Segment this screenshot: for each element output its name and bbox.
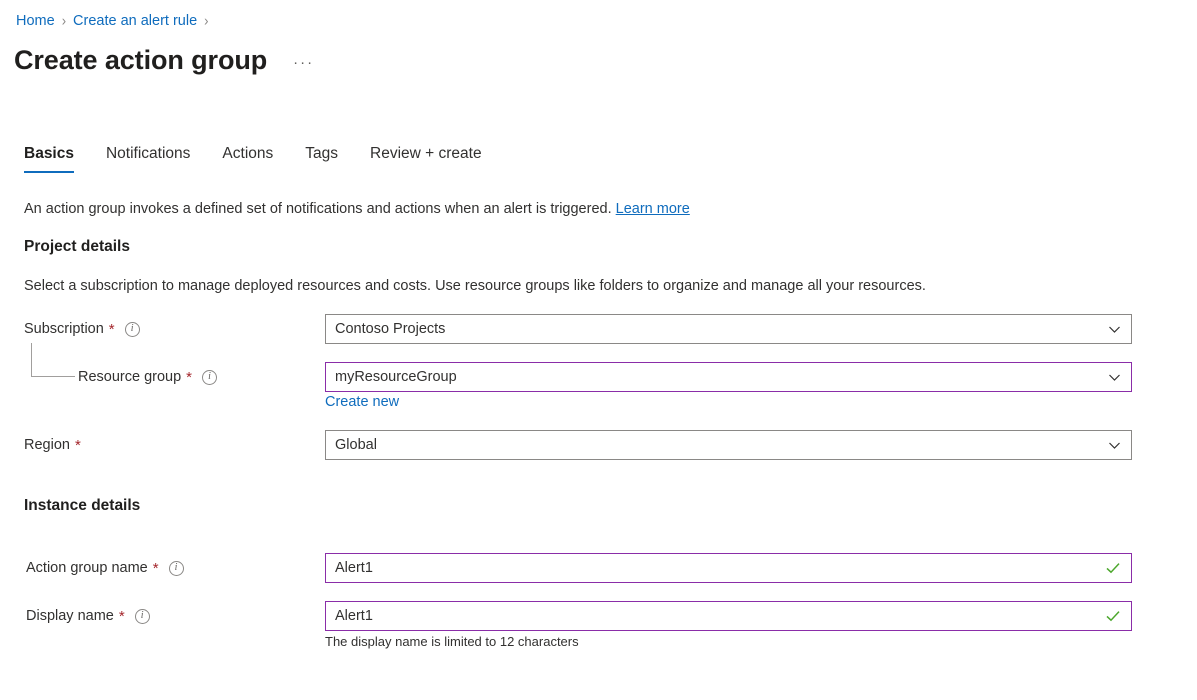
tab-tags[interactable]: Tags [305, 143, 338, 173]
chevron-down-icon [1108, 371, 1121, 384]
breadcrumb-separator-icon-2: › [204, 10, 208, 33]
region-dropdown[interactable]: Global [325, 430, 1132, 460]
tab-basics[interactable]: Basics [24, 143, 74, 173]
subscription-label: Subscription * i [24, 319, 140, 339]
tab-actions[interactable]: Actions [222, 143, 273, 173]
action-group-name-label-text: Action group name [26, 558, 148, 578]
chevron-down-icon [1108, 323, 1121, 336]
intro-description: An action group invokes a defined set of… [24, 201, 612, 217]
create-action-group-page: Home › Create an alert rule › Create act… [0, 0, 1197, 700]
region-label-text: Region [24, 435, 70, 455]
resource-group-required-marker: * [186, 371, 192, 385]
breadcrumb-item-home[interactable]: Home [16, 11, 55, 31]
tab-review-create[interactable]: Review + create [370, 143, 482, 173]
subscription-required-marker: * [109, 323, 115, 337]
page-header: Create action group ··· [14, 42, 314, 78]
more-options-icon[interactable]: ··· [293, 56, 314, 70]
learn-more-link[interactable]: Learn more [616, 201, 690, 217]
breadcrumb: Home › Create an alert rule › [16, 11, 216, 31]
subscription-value: Contoso Projects [335, 319, 1108, 339]
resource-group-label: Resource group * i [78, 367, 217, 387]
resource-group-tree-connector [31, 343, 75, 377]
page-title: Create action group [14, 42, 267, 78]
tab-notifications[interactable]: Notifications [106, 143, 190, 173]
region-label: Region * [24, 435, 81, 455]
breadcrumb-item-create-an-alert-rule[interactable]: Create an alert rule [73, 11, 197, 31]
action-group-name-input[interactable]: Alert1 [325, 553, 1132, 583]
resource-group-label-text: Resource group [78, 367, 181, 387]
display-name-label: Display name * i [26, 606, 150, 626]
display-name-label-text: Display name [26, 606, 114, 626]
action-group-name-value: Alert1 [335, 558, 1105, 578]
action-group-name-required-marker: * [153, 562, 159, 576]
display-name-required-marker: * [119, 610, 125, 624]
display-name-value: Alert1 [335, 606, 1105, 626]
project-details-heading: Project details [24, 236, 130, 258]
resource-group-info-icon[interactable]: i [202, 370, 217, 385]
instance-details-heading: Instance details [24, 495, 140, 517]
action-group-name-label: Action group name * i [26, 558, 184, 578]
intro-text: An action group invokes a defined set of… [24, 199, 690, 219]
display-name-input[interactable]: Alert1 [325, 601, 1132, 631]
chevron-down-icon [1108, 439, 1121, 452]
valid-check-icon [1105, 560, 1121, 576]
tab-bar: Basics Notifications Actions Tags Review… [24, 143, 482, 177]
create-new-resource-group-link[interactable]: Create new [325, 392, 399, 412]
subscription-info-icon[interactable]: i [125, 322, 140, 337]
display-name-info-icon[interactable]: i [135, 609, 150, 624]
action-group-name-info-icon[interactable]: i [169, 561, 184, 576]
subscription-label-text: Subscription [24, 319, 104, 339]
resource-group-value: myResourceGroup [335, 367, 1108, 387]
region-required-marker: * [75, 439, 81, 453]
project-details-description: Select a subscription to manage deployed… [24, 276, 926, 296]
valid-check-icon [1105, 608, 1121, 624]
breadcrumb-separator-icon: › [62, 10, 66, 33]
subscription-dropdown[interactable]: Contoso Projects [325, 314, 1132, 344]
display-name-helper-text: The display name is limited to 12 charac… [325, 633, 579, 651]
resource-group-dropdown[interactable]: myResourceGroup [325, 362, 1132, 392]
region-value: Global [335, 435, 1108, 455]
